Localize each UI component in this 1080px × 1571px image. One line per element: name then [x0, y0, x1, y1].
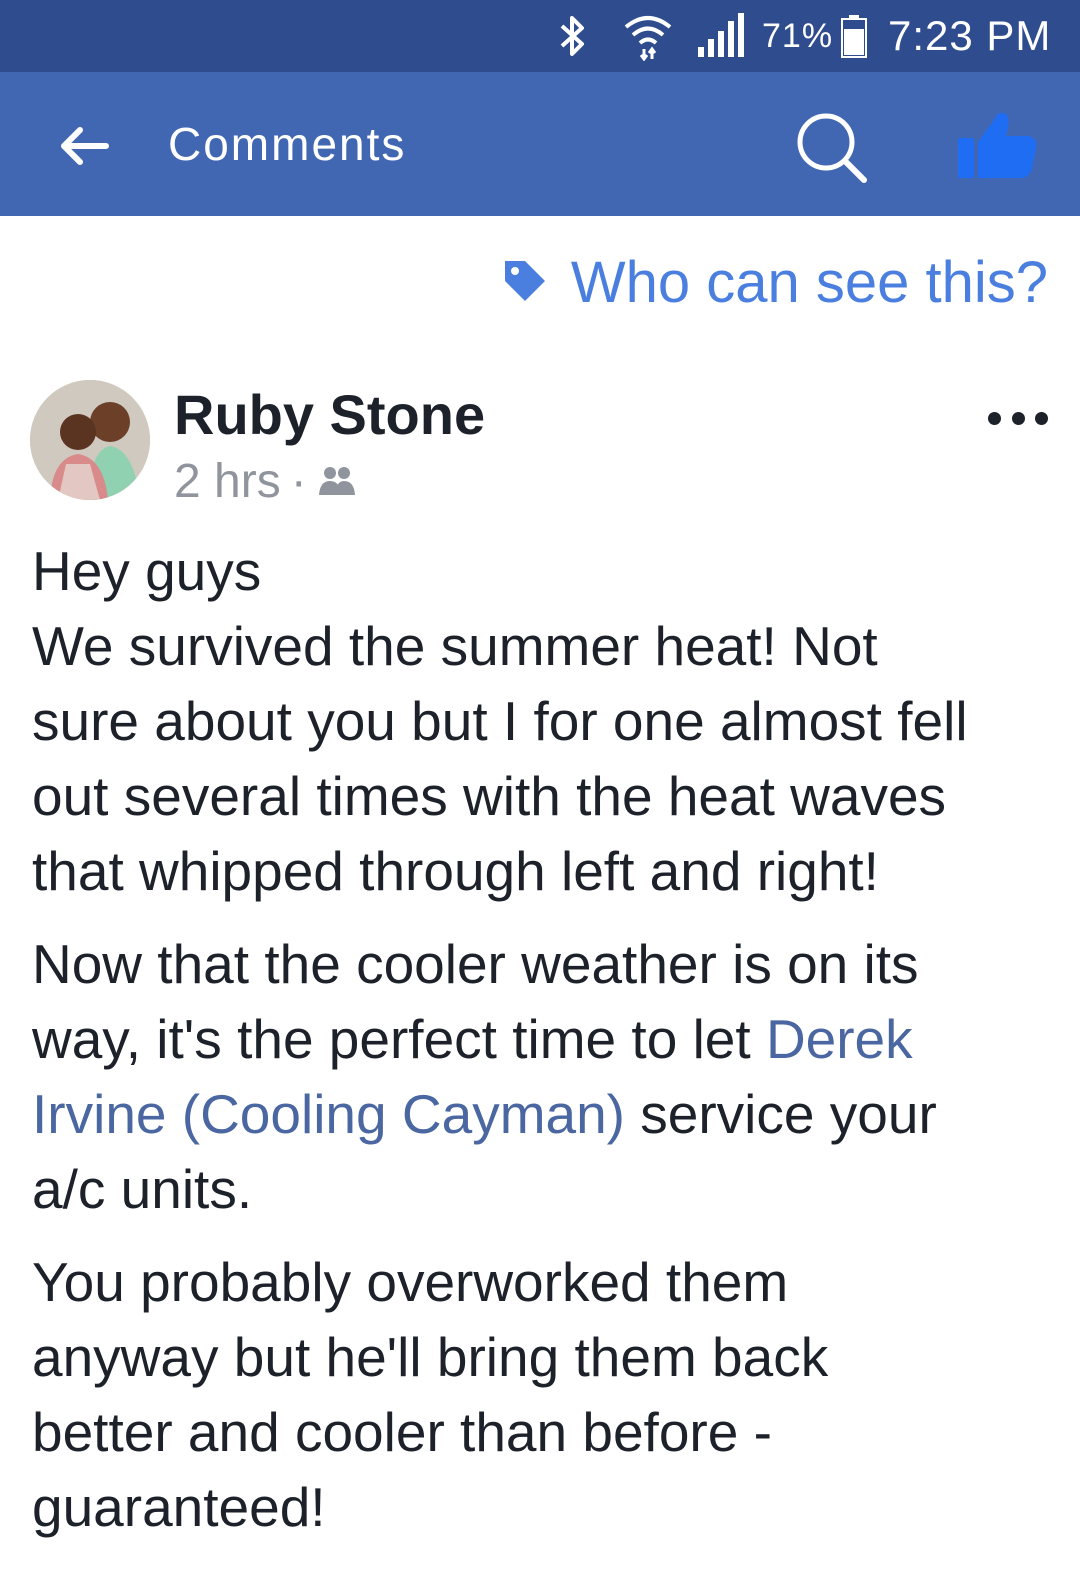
text-line: way, it's the perfect time to let Derek [32, 1002, 1056, 1077]
text-line: that whipped through left and right! [32, 840, 879, 902]
status-bar: 71% 7:23 PM [0, 0, 1080, 72]
signal-icon [694, 0, 750, 72]
text-line: a/c units. [32, 1158, 253, 1220]
wifi-icon [622, 0, 678, 72]
text-line: Now that the cooler weather is on its [32, 933, 919, 995]
privacy-link[interactable]: Who can see this? [501, 248, 1048, 318]
battery-percent: 71% [762, 16, 834, 55]
text-line: sure about you but I for one almost fell [32, 690, 968, 752]
meta-separator: · [290, 455, 307, 508]
more-options-icon[interactable] [988, 400, 1048, 436]
text-line: out several times with the heat waves [32, 765, 947, 827]
post-meta: 2 hrs · [174, 452, 357, 512]
text-segment: service your [625, 1083, 937, 1145]
mention-link[interactable]: Irvine (Cooling Cayman) [32, 1083, 625, 1145]
paragraph-2: Now that the cooler weather is on its wa… [32, 927, 1056, 1227]
like-thumb-icon[interactable] [948, 106, 1044, 186]
author-name[interactable]: Ruby Stone [174, 382, 485, 448]
battery-icon [840, 0, 870, 72]
paragraph-1: Hey guys We survived the summer heat! No… [32, 534, 1056, 909]
text-segment: way, it's the perfect time to let [32, 1008, 766, 1070]
text-line: We survived the summer heat! Not [32, 615, 878, 677]
text-line: Hey guys [32, 540, 262, 602]
clock: 7:23 PM [888, 12, 1052, 59]
text-line: better and cooler than before - [32, 1401, 772, 1463]
avatar[interactable] [30, 380, 150, 500]
text-line: Irvine (Cooling Cayman) service your [32, 1077, 1056, 1152]
post-body: Hey guys We survived the summer heat! No… [32, 534, 1056, 1563]
bluetooth-icon [556, 0, 594, 72]
app-bar: Comments [0, 72, 1080, 216]
mention-link[interactable]: Derek [766, 1008, 913, 1070]
friends-icon[interactable] [317, 452, 357, 512]
privacy-label: Who can see this? [570, 250, 1048, 315]
text-line: anyway but he'll bring them back [32, 1326, 829, 1388]
text-line: You probably overworked them [32, 1251, 789, 1313]
text-line: guaranteed! [32, 1476, 326, 1538]
paragraph-3: You probably overworked them anyway but … [32, 1245, 1056, 1545]
page-title: Comments [168, 118, 407, 170]
tag-icon [501, 257, 549, 310]
back-arrow-icon[interactable] [52, 114, 116, 178]
search-icon[interactable] [792, 108, 872, 188]
post-time[interactable]: 2 hrs [174, 452, 281, 512]
